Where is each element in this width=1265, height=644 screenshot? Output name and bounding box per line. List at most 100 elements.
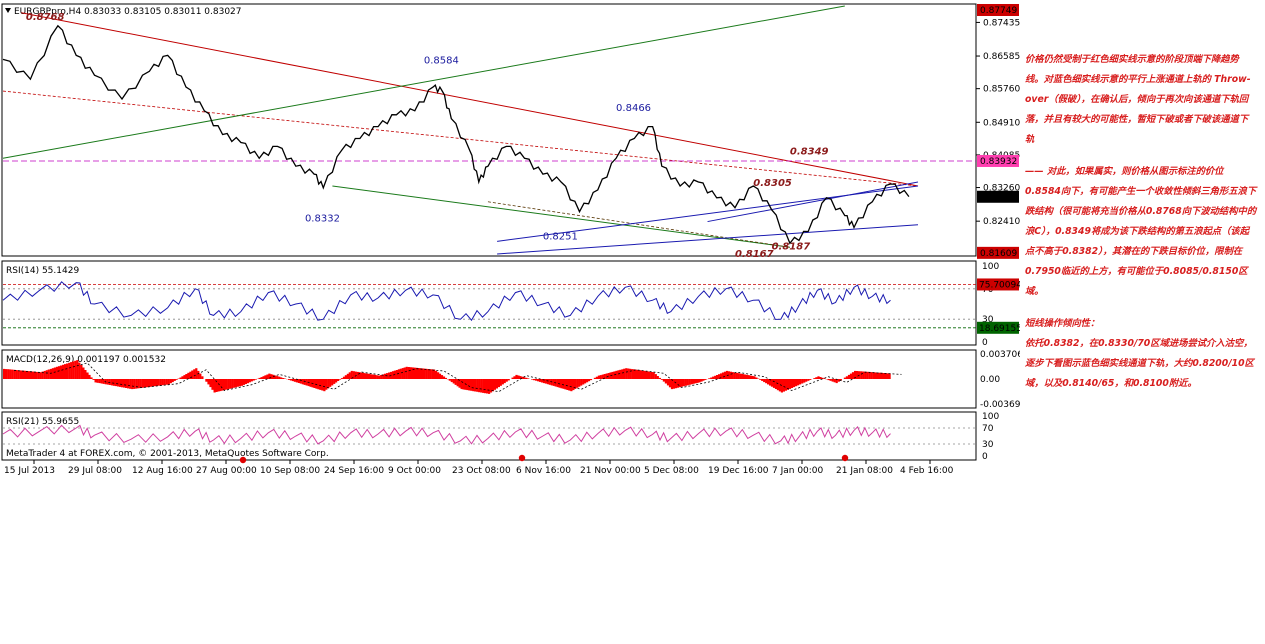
macd-bar bbox=[120, 379, 124, 388]
macd-bar bbox=[472, 379, 475, 392]
macd-bar bbox=[143, 379, 146, 388]
time-tick-label: 19 Dec 16:00 bbox=[708, 466, 769, 476]
macd-bar bbox=[809, 379, 812, 380]
macd-tick-label: -0.003694 bbox=[980, 400, 1020, 410]
macd-bar bbox=[714, 375, 717, 379]
macd-bar bbox=[244, 379, 247, 384]
macd-bar bbox=[51, 368, 54, 379]
price-annotation: 0.8167 bbox=[735, 249, 774, 260]
time-tick-label: 15 Jul 2013 bbox=[4, 466, 55, 476]
macd-bar bbox=[342, 376, 346, 379]
macd-bar bbox=[131, 379, 134, 390]
macd-bar bbox=[587, 379, 591, 382]
macd-bar bbox=[141, 379, 144, 388]
macd-bar bbox=[147, 379, 150, 387]
macd-bar bbox=[767, 379, 770, 385]
macd-bar bbox=[619, 369, 622, 379]
macd-bar bbox=[55, 366, 59, 379]
macd-bar bbox=[289, 379, 293, 381]
macd-bar bbox=[440, 375, 444, 379]
macd-bar bbox=[735, 372, 738, 379]
macd-bar bbox=[293, 379, 296, 382]
macd-bar bbox=[159, 379, 162, 386]
macd-bar bbox=[872, 372, 875, 379]
macd-bar bbox=[640, 370, 644, 379]
macd-bar bbox=[484, 379, 487, 394]
macd-bar bbox=[207, 379, 210, 385]
macd-bar bbox=[460, 379, 463, 390]
macd-bar bbox=[817, 376, 820, 379]
macd-bar bbox=[57, 366, 61, 379]
macd-bar bbox=[364, 373, 367, 379]
macd-bar bbox=[878, 372, 881, 379]
macd-bar bbox=[411, 367, 414, 379]
macd-bar bbox=[167, 379, 170, 385]
macd-bar bbox=[525, 377, 528, 379]
price-panel-frame bbox=[1, 3, 977, 257]
macd-bar bbox=[613, 371, 616, 379]
macd-bar bbox=[790, 379, 794, 388]
macd-bar bbox=[219, 379, 222, 392]
osc-tick-label: 100 bbox=[982, 262, 999, 272]
macd-bar bbox=[335, 379, 338, 383]
macd-axis: 0.003706 0.00 -0.003694 bbox=[980, 350, 1020, 410]
macd-bar bbox=[827, 379, 830, 381]
macd-bar bbox=[84, 370, 87, 379]
macd-bar bbox=[315, 379, 318, 389]
macd-bar bbox=[582, 379, 585, 385]
macd-bar bbox=[823, 378, 826, 379]
price-tick-label: 0.87435 bbox=[983, 18, 1020, 28]
macd-bar bbox=[417, 368, 420, 379]
macd-bar bbox=[733, 372, 736, 379]
macd-bar bbox=[523, 377, 526, 379]
macd-bar bbox=[15, 370, 18, 379]
macd-bar bbox=[227, 379, 230, 390]
price-axis: 0.874350.865850.857600.849100.840850.832… bbox=[976, 3, 1020, 259]
macd-bar bbox=[888, 373, 891, 379]
macd-bar bbox=[568, 379, 571, 391]
macd-bar bbox=[576, 379, 579, 388]
macd-bar bbox=[662, 379, 665, 382]
macd-bar bbox=[776, 379, 779, 391]
macd-bar bbox=[33, 371, 36, 379]
macd-bar bbox=[110, 379, 113, 386]
macd-bar bbox=[517, 375, 520, 379]
ohlc-values: 0.83033 0.83105 0.83011 0.83027 bbox=[84, 7, 241, 17]
macd-bar bbox=[7, 369, 10, 379]
macd-bar bbox=[482, 379, 485, 393]
price-tick-label: 0.86585 bbox=[983, 52, 1020, 62]
macd-bar bbox=[380, 375, 383, 379]
macd-bar bbox=[682, 379, 685, 387]
macd-bar bbox=[708, 378, 711, 379]
macd-bar bbox=[710, 377, 713, 379]
macd-bar bbox=[627, 368, 630, 379]
macd-bar bbox=[476, 379, 479, 392]
time-tick-label: 12 Aug 16:00 bbox=[132, 466, 193, 476]
macd-bar bbox=[535, 379, 538, 381]
price-tick-label: 0.84910 bbox=[983, 118, 1020, 128]
macd-bar bbox=[191, 370, 194, 379]
macd-bar bbox=[374, 374, 377, 379]
price-tick-label: 0.82410 bbox=[983, 217, 1020, 227]
macd-bar bbox=[860, 371, 863, 379]
macd-bar bbox=[221, 379, 224, 391]
macd-bar bbox=[833, 379, 836, 383]
macd-bar bbox=[301, 379, 304, 385]
macd-bar bbox=[53, 367, 56, 379]
commentary-para3-title: 短线操作倾向性： bbox=[1025, 318, 1100, 329]
macd-bar bbox=[187, 372, 190, 379]
macd-bar bbox=[739, 373, 742, 379]
macd-bar bbox=[533, 379, 536, 381]
macd-bar bbox=[252, 379, 255, 381]
macd-bar bbox=[248, 379, 251, 383]
macd-bar bbox=[250, 379, 253, 382]
macd-bar bbox=[329, 379, 332, 387]
macd-bar bbox=[801, 379, 804, 384]
macd-bar bbox=[454, 379, 457, 385]
macd-bar bbox=[745, 374, 748, 379]
macd-bar bbox=[155, 379, 158, 386]
macd-bar bbox=[181, 376, 184, 379]
macd-bar bbox=[106, 379, 109, 385]
macd-bar bbox=[37, 372, 40, 379]
macd-bar bbox=[231, 379, 234, 389]
